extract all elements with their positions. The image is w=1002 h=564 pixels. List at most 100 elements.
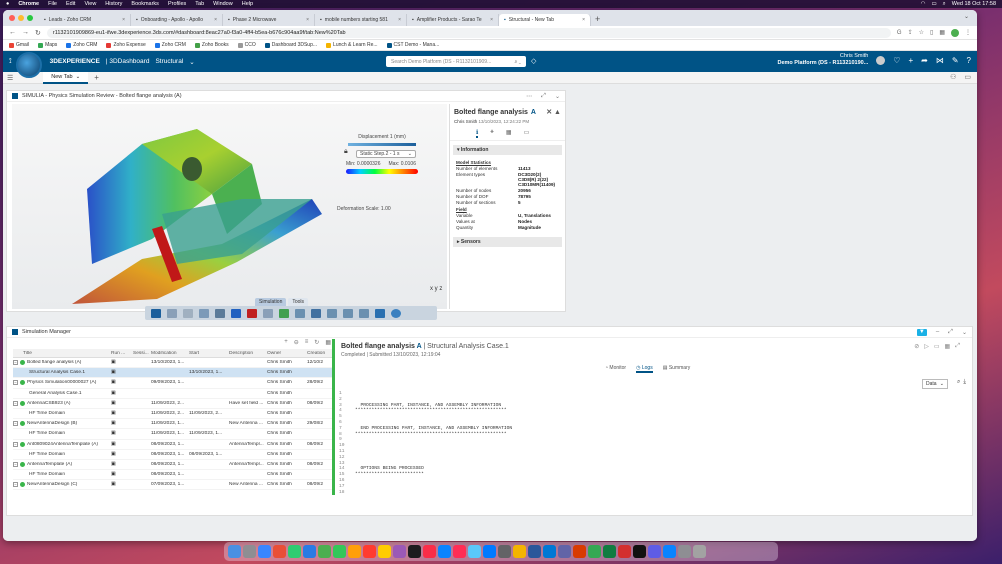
filter-icon[interactable]: ▼: [916, 328, 927, 336]
pan-icon[interactable]: [311, 308, 321, 318]
extensions-icon[interactable]: ▦: [939, 29, 945, 36]
menu-icon[interactable]: ☰: [7, 74, 13, 82]
dock-app-icon[interactable]: [513, 545, 526, 558]
url-input[interactable]: r1132101909869-eu1-ifwe.3dexperience.3ds…: [46, 27, 891, 38]
probe-icon[interactable]: [263, 308, 273, 318]
run-icon[interactable]: ▣: [111, 431, 133, 436]
chevron-down-icon[interactable]: ⌄: [962, 329, 967, 336]
menu-help[interactable]: Help: [242, 1, 253, 7]
dock-app-icon[interactable]: [393, 545, 406, 558]
search-input[interactable]: Search Demo Platform (DS - R1132101909..…: [386, 56, 526, 67]
dock-app-icon[interactable]: [618, 545, 631, 558]
user-avatar[interactable]: [876, 55, 886, 65]
minimize-icon[interactable]: –: [936, 329, 939, 336]
menu-edit[interactable]: Edit: [66, 1, 75, 7]
google-icon[interactable]: G: [897, 30, 902, 36]
dock-app-icon[interactable]: [363, 545, 376, 558]
3d-viewport[interactable]: Displacement 1 (mm) 🔒︎ Static Step.2 - 1…: [12, 104, 447, 320]
close-icon[interactable]: ×: [122, 17, 125, 23]
comment-icon[interactable]: ▭: [524, 129, 530, 138]
plot-icon[interactable]: [247, 308, 257, 318]
table-row[interactable]: − Ant0809024AntennaTemplate (A) ▣ 08/09/2…: [13, 440, 333, 450]
menu-bookmarks[interactable]: Bookmarks: [131, 1, 159, 7]
collapse-icon[interactable]: −: [13, 380, 18, 386]
back-icon[interactable]: ←: [9, 29, 16, 36]
sensors-section[interactable]: ▸ Sensors: [453, 237, 562, 247]
dock-app-icon[interactable]: [423, 545, 436, 558]
dock-app-icon[interactable]: [693, 545, 706, 558]
dock-app-icon[interactable]: [648, 545, 661, 558]
run-icon[interactable]: ▣: [111, 472, 133, 477]
bookmark-zoho-crm-2[interactable]: Zoho CRM: [154, 42, 186, 48]
dock-app-icon[interactable]: [453, 545, 466, 558]
share-icon[interactable]: ➦: [921, 56, 928, 65]
menu-view[interactable]: View: [84, 1, 96, 7]
collapse-icon[interactable]: −: [13, 400, 18, 406]
dock-app-icon[interactable]: [528, 545, 541, 558]
dock-app-icon[interactable]: [483, 545, 496, 558]
table-row[interactable]: HF Time Domain ▣ 11/09/2023, 1... 11/09/…: [13, 429, 333, 440]
play-icon[interactable]: ▷: [924, 343, 929, 350]
reload-icon[interactable]: ↻: [35, 29, 41, 37]
collapse-icon[interactable]: −: [13, 461, 18, 467]
tab-new-tab[interactable]: New Tab ⌄: [43, 71, 89, 84]
dock-app-icon[interactable]: [603, 545, 616, 558]
mesh-icon[interactable]: [183, 308, 193, 318]
col-creation[interactable]: Creation: [307, 351, 333, 356]
dock-app-icon[interactable]: [588, 545, 601, 558]
color-gradient[interactable]: [346, 169, 418, 174]
close-window-button[interactable]: [9, 15, 15, 21]
col-modification[interactable]: Modification: [151, 351, 189, 356]
close-icon[interactable]: ×: [490, 17, 493, 23]
browser-tab-zoho[interactable]: ▪ Leads - Zoho CRM ×: [39, 14, 131, 26]
col-start[interactable]: Start: [189, 351, 229, 356]
zoom-window-button[interactable]: [27, 15, 33, 21]
dock-app-icon[interactable]: [678, 545, 691, 558]
information-section[interactable]: ▾ Information: [453, 145, 562, 155]
add-tab-button[interactable]: +: [94, 73, 99, 82]
browser-tab-mobile[interactable]: ▪ mobile numbers starting 581 ×: [315, 14, 407, 26]
display-icon[interactable]: [199, 308, 209, 318]
collapse-icon[interactable]: −: [13, 441, 18, 447]
dashboard-name[interactable]: Structural: [155, 58, 183, 66]
bookmark-gmail[interactable]: Gmail: [9, 42, 29, 48]
forward-icon[interactable]: →: [22, 29, 29, 36]
close-icon[interactable]: ✕ ▲: [546, 108, 561, 116]
run-icon[interactable]: ▣: [111, 380, 133, 385]
dock-app-icon[interactable]: [288, 545, 301, 558]
close-icon[interactable]: ×: [582, 17, 585, 23]
tools-icon[interactable]: ✎: [952, 56, 959, 65]
rotate-icon[interactable]: [327, 308, 337, 318]
dock-app-icon[interactable]: [348, 545, 361, 558]
apple-icon[interactable]: ●: [6, 1, 9, 7]
tab-summary[interactable]: ▤ Summary: [663, 365, 691, 373]
dock-app-icon[interactable]: [378, 545, 391, 558]
dock-app-icon[interactable]: [573, 545, 586, 558]
dock-app-icon[interactable]: [633, 545, 646, 558]
close-icon[interactable]: ×: [306, 17, 309, 23]
table-row[interactable]: HF Time Domain ▣ 11/09/2023, 2... 11/09/…: [13, 409, 333, 420]
tab-monitor[interactable]: ◔ Monitor: [605, 365, 626, 373]
table-row[interactable]: HF Time Domain ▣ 08/09/2023, 1... Chris …: [13, 470, 333, 481]
col-description[interactable]: Description: [229, 351, 267, 356]
download-icon[interactable]: ⤓: [963, 379, 966, 386]
collapse-icon[interactable]: ⊖: [294, 339, 299, 346]
notifications-icon[interactable]: ♡: [893, 56, 900, 65]
measure-icon[interactable]: [295, 308, 305, 318]
dock-app-icon[interactable]: [258, 545, 271, 558]
contour-icon[interactable]: [231, 308, 241, 318]
dock-app-icon[interactable]: [318, 545, 331, 558]
fit-icon[interactable]: [359, 308, 369, 318]
section-icon[interactable]: [215, 308, 225, 318]
dock-app-icon[interactable]: [438, 545, 451, 558]
run-icon[interactable]: ▣: [111, 370, 133, 375]
dock-app-icon[interactable]: [663, 545, 676, 558]
lock-icon[interactable]: 🔒︎: [344, 148, 348, 156]
more-icon[interactable]: ⋮: [965, 29, 971, 36]
log-data-select[interactable]: Data ⌄: [922, 379, 948, 389]
menu-chrome[interactable]: Chrome: [18, 1, 39, 7]
run-icon[interactable]: ▣: [111, 442, 133, 447]
table-row[interactable]: − Bolted flange analysis (A) ▣ 13/10/2023…: [13, 358, 333, 369]
run-icon[interactable]: ▣: [111, 421, 133, 426]
col-title[interactable]: Title: [13, 351, 111, 356]
